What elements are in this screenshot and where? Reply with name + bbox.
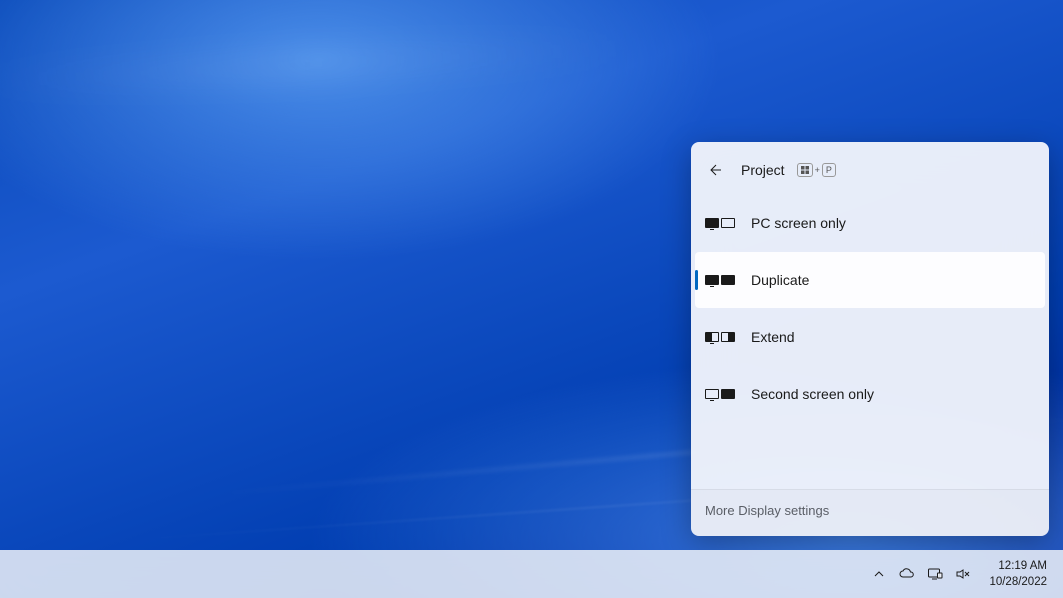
monitor-icon bbox=[927, 566, 943, 582]
option-extend[interactable]: Extend bbox=[695, 309, 1045, 365]
display-tray-icon[interactable] bbox=[923, 562, 947, 586]
clock-date[interactable]: 12:19 AM 10/28/2022 bbox=[979, 558, 1053, 590]
panel-title: Project bbox=[741, 162, 785, 178]
plus-separator: + bbox=[814, 165, 821, 175]
volume-tray-icon[interactable] bbox=[951, 562, 975, 586]
project-panel: Project + P PC screen only Duplicate bbox=[691, 142, 1049, 536]
date-text: 10/28/2022 bbox=[989, 574, 1047, 590]
more-display-settings-link[interactable]: More Display settings bbox=[705, 503, 829, 518]
option-second-screen-only[interactable]: Second screen only bbox=[695, 366, 1045, 422]
option-duplicate[interactable]: Duplicate bbox=[695, 252, 1045, 308]
pc-only-icon bbox=[705, 218, 743, 228]
taskbar: 12:19 AM 10/28/2022 bbox=[0, 550, 1063, 598]
option-pc-screen-only[interactable]: PC screen only bbox=[695, 195, 1045, 251]
win-key-icon bbox=[797, 163, 813, 177]
project-options-list: PC screen only Duplicate Extend Second s… bbox=[691, 194, 1049, 489]
chevron-up-icon bbox=[873, 568, 885, 580]
shortcut-hint: + P bbox=[797, 163, 836, 177]
time-text: 12:19 AM bbox=[989, 558, 1047, 574]
option-label: Duplicate bbox=[751, 272, 809, 288]
p-key: P bbox=[822, 163, 836, 177]
duplicate-icon bbox=[705, 275, 743, 285]
back-button[interactable] bbox=[703, 158, 727, 182]
wallpaper-streak bbox=[0, 32, 650, 99]
panel-header: Project + P bbox=[691, 142, 1049, 194]
option-label: PC screen only bbox=[751, 215, 846, 231]
option-label: Extend bbox=[751, 329, 795, 345]
panel-footer: More Display settings bbox=[691, 489, 1049, 536]
speaker-muted-icon bbox=[955, 566, 971, 582]
weather-tray-icon[interactable] bbox=[895, 562, 919, 586]
second-only-icon bbox=[705, 389, 743, 399]
extend-icon bbox=[705, 332, 743, 342]
arrow-left-icon bbox=[707, 162, 723, 178]
show-hidden-icons-button[interactable] bbox=[867, 562, 891, 586]
cloud-icon bbox=[899, 566, 915, 582]
option-label: Second screen only bbox=[751, 386, 874, 402]
